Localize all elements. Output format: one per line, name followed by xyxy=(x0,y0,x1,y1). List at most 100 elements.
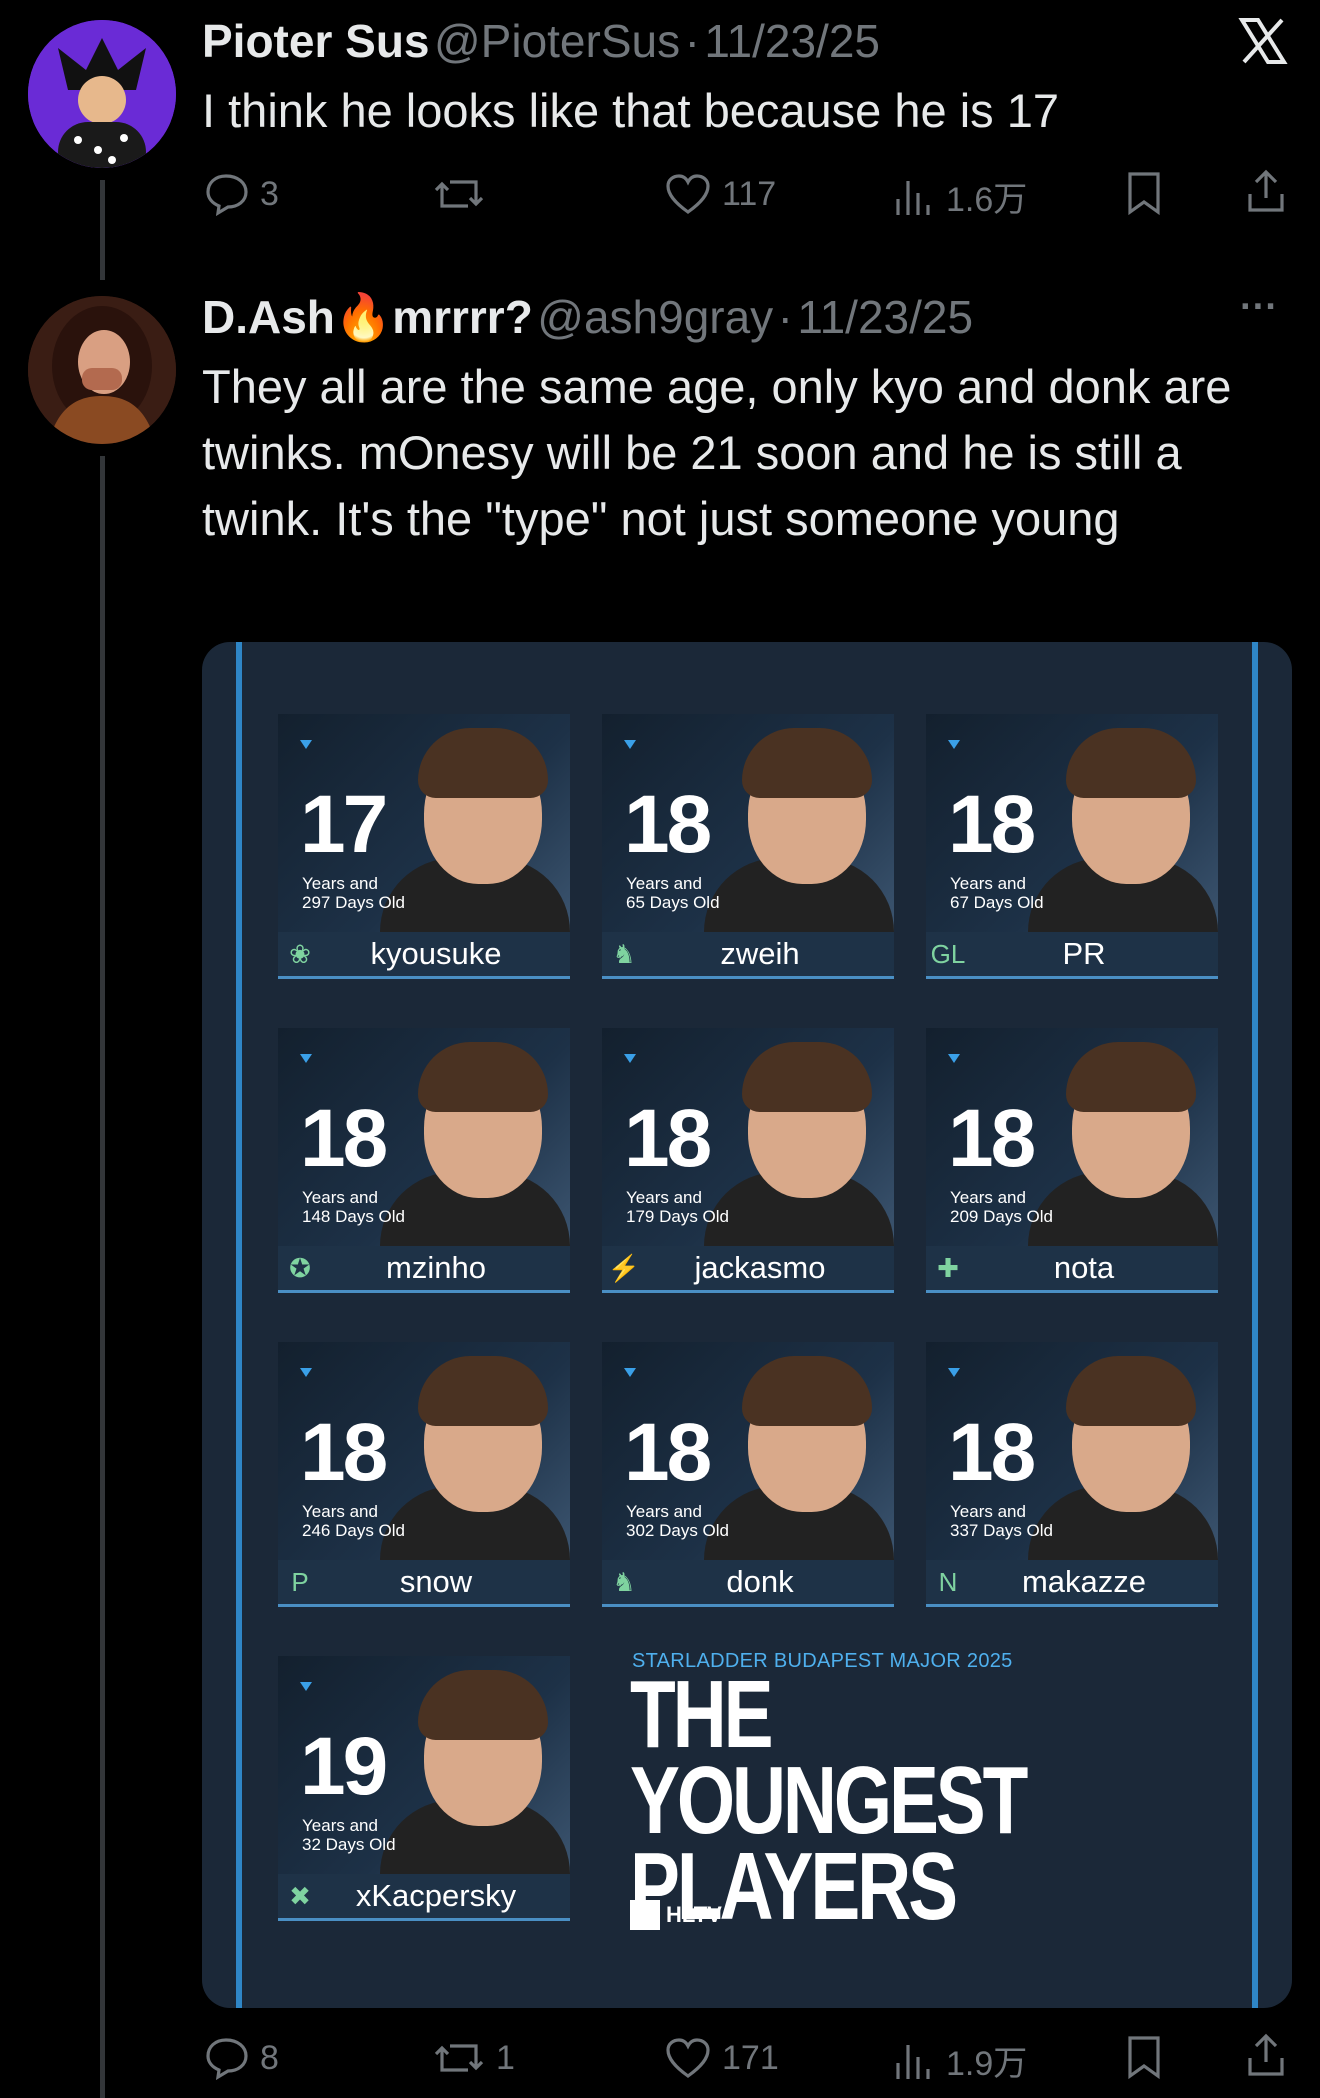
views-button[interactable]: 1.9万 xyxy=(892,2036,1027,2085)
down-arrow-icon xyxy=(948,1368,960,1377)
down-arrow-icon xyxy=(300,740,312,749)
author-name-suffix[interactable]: mrrrr? xyxy=(392,291,533,343)
close-icon[interactable] xyxy=(1236,14,1290,68)
title-line-1: THE YOUNGEST xyxy=(630,1661,1028,1854)
team-logo-icon: ✖ xyxy=(289,1880,311,1911)
repost-button[interactable] xyxy=(432,172,496,216)
infographic-image[interactable]: 17 Years and 297 Days Old ❀ kyousuke 18 Years … xyxy=(202,642,1292,2008)
reply-button[interactable]: 3 xyxy=(204,172,279,216)
down-arrow-icon xyxy=(624,740,636,749)
player-name: xKacpersky xyxy=(355,1878,517,1913)
player-age: 18 xyxy=(948,1407,1036,1498)
frame-edge xyxy=(1252,642,1258,2008)
player-age-detail: Years and 32 Days Old xyxy=(302,1816,396,1854)
down-arrow-icon xyxy=(948,740,960,749)
player-name-bar: ⚡ jackasmo xyxy=(602,1246,894,1293)
share-button[interactable] xyxy=(1244,2032,1288,2080)
player-name-bar: Nmakazze xyxy=(926,1560,1218,1607)
player-age: 18 xyxy=(624,779,712,870)
bookmark-button[interactable] xyxy=(1124,170,1164,216)
views-icon xyxy=(896,180,930,215)
hltv-logo: HLTV xyxy=(630,1900,722,1930)
reply-button[interactable]: 8 xyxy=(204,2036,279,2080)
down-arrow-icon xyxy=(624,1368,636,1377)
tweet-date[interactable]: 11/23/25 xyxy=(797,291,973,343)
brand-label: HLTV xyxy=(666,1902,722,1927)
repost-button[interactable]: 1 xyxy=(432,2036,515,2080)
author-handle[interactable]: @ash9gray xyxy=(537,291,773,343)
player-card: 18 Years and 246 Days Old Psnow xyxy=(278,1342,570,1607)
player-age: 18 xyxy=(948,779,1036,870)
avatar-pioter[interactable] xyxy=(28,20,176,168)
separator-dot: · xyxy=(684,15,700,67)
player-name-bar: ✚ nota xyxy=(926,1246,1218,1293)
bookmark-icon xyxy=(1128,172,1160,216)
bookmark-icon xyxy=(1128,2036,1160,2080)
player-name-bar: ♞ zweih xyxy=(602,932,894,979)
player-age-detail: Years and 302 Days Old xyxy=(626,1502,729,1540)
player-name: makazze xyxy=(1021,1564,1147,1599)
down-arrow-icon xyxy=(948,1054,960,1063)
view-count: 1.9万 xyxy=(946,2045,1028,2083)
share-icon xyxy=(1248,2033,1284,2076)
avatar-ash[interactable] xyxy=(28,296,176,444)
down-arrow-icon xyxy=(624,1054,636,1063)
player-name-bar: ✖ xKacpersky xyxy=(278,1874,570,1921)
player-name-bar: ✪ mzinho xyxy=(278,1246,570,1293)
bookmark-button[interactable] xyxy=(1124,2034,1164,2080)
player-age-detail: Years and 337 Days Old xyxy=(950,1502,1053,1540)
reply-count: 3 xyxy=(260,174,279,213)
frame-edge xyxy=(236,642,242,2008)
reply-count: 8 xyxy=(260,2038,279,2077)
player-age: 18 xyxy=(300,1093,388,1184)
like-button[interactable]: 117 xyxy=(664,172,776,216)
team-logo-icon: ❀ xyxy=(289,938,311,969)
reply-icon xyxy=(206,2038,248,2080)
player-name: donk xyxy=(726,1564,794,1599)
reply-icon xyxy=(206,174,248,216)
player-age: 18 xyxy=(624,1093,712,1184)
player-age: 19 xyxy=(300,1721,388,1812)
like-button[interactable]: 171 xyxy=(664,2036,779,2080)
tweet-date[interactable]: 11/23/25 xyxy=(704,15,880,67)
player-card: 18 Years and 148 Days Old ✪ mzinho xyxy=(278,1028,570,1293)
views-button[interactable]: 1.6万 xyxy=(892,172,1027,221)
team-logo-icon: ✚ xyxy=(937,1252,959,1283)
player-age-detail: Years and 209 Days Old xyxy=(950,1188,1053,1226)
team-logo-icon: ♞ xyxy=(612,938,636,969)
player-name-bar: Psnow xyxy=(278,1560,570,1607)
share-button[interactable] xyxy=(1244,168,1288,216)
player-name: zweih xyxy=(720,936,800,971)
player-name: snow xyxy=(399,1564,473,1599)
player-name: jackasmo xyxy=(694,1250,826,1285)
repost-icon xyxy=(434,180,484,208)
down-arrow-icon xyxy=(300,1682,312,1691)
player-name-bar: ❀ kyousuke xyxy=(278,932,570,979)
player-card: 18 Years and 337 Days Old Nmakazze xyxy=(926,1342,1218,1607)
player-age: 18 xyxy=(948,1093,1036,1184)
player-card: 18 Years and 65 Days Old ♞ zweih xyxy=(602,714,894,979)
down-arrow-icon xyxy=(300,1368,312,1377)
team-logo-icon: ✪ xyxy=(289,1252,311,1283)
player-age: 17 xyxy=(300,779,388,870)
hltv-icon xyxy=(630,1900,660,1930)
like-count: 117 xyxy=(722,174,777,213)
repost-icon xyxy=(434,2044,484,2072)
player-age-detail: Years and 67 Days Old xyxy=(950,874,1044,912)
team-logo-icon: P xyxy=(291,1566,309,1597)
like-count: 171 xyxy=(722,2038,779,2077)
player-card: 17 Years and 297 Days Old ❀ kyousuke xyxy=(278,714,570,979)
player-age: 18 xyxy=(624,1407,712,1498)
views-icon xyxy=(896,2044,930,2079)
more-options-icon[interactable]: ··· xyxy=(1240,286,1278,329)
author-name[interactable]: Pioter Sus xyxy=(202,15,430,67)
player-card: 18 Years and 209 Days Old ✚ nota xyxy=(926,1028,1218,1293)
author-name[interactable]: D.Ash xyxy=(202,291,335,343)
author-handle[interactable]: @PioterSus xyxy=(434,15,680,67)
player-name-bar: GL PR xyxy=(926,932,1218,979)
thread-line xyxy=(100,456,105,2098)
heart-icon xyxy=(666,174,710,214)
player-age-detail: Years and 65 Days Old xyxy=(626,874,720,912)
team-logo-icon: N xyxy=(938,1566,958,1597)
player-age-detail: Years and 179 Days Old xyxy=(626,1188,729,1226)
